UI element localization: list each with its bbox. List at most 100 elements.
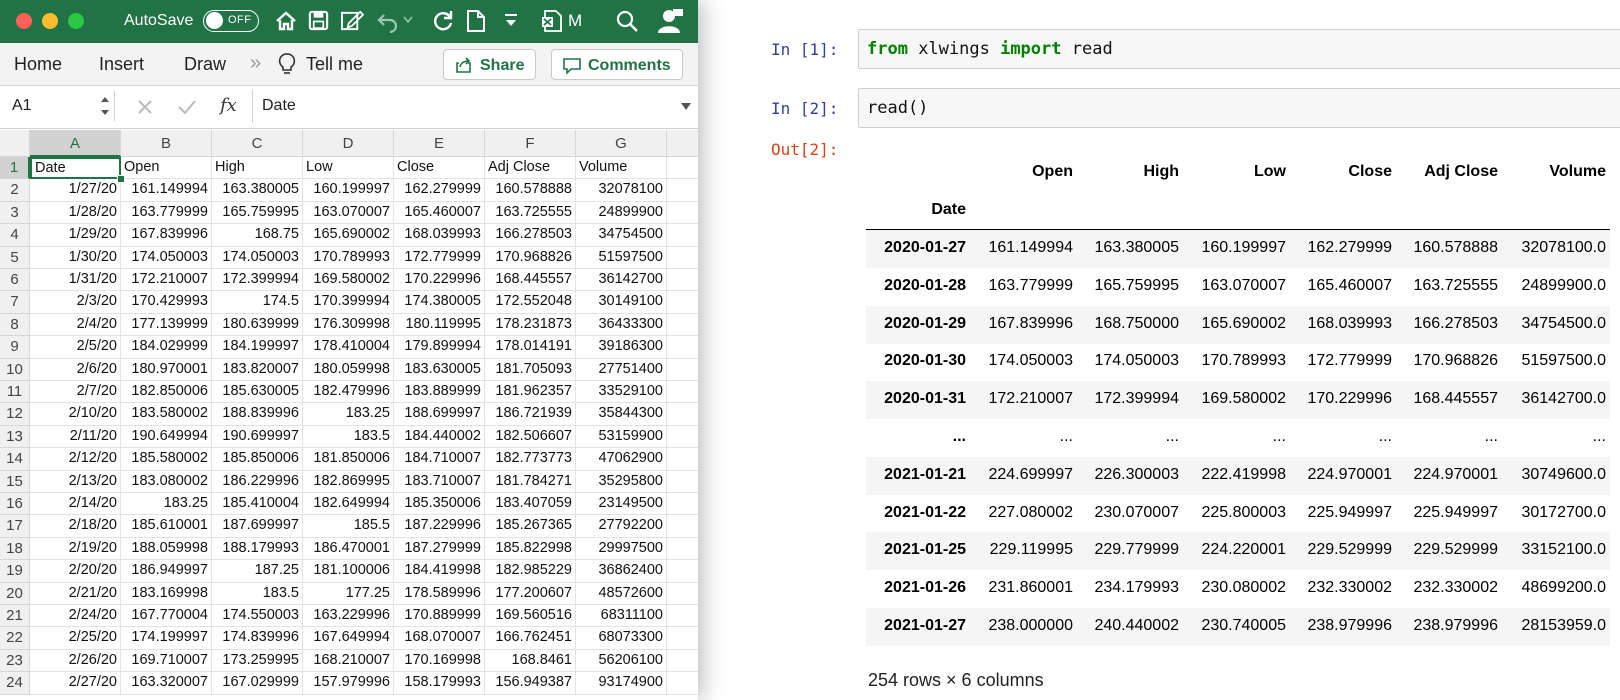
cell[interactable]: 184.199997 <box>212 336 303 359</box>
cell[interactable]: 166.762451 <box>485 627 576 650</box>
cell[interactable]: 168.8461 <box>485 649 576 673</box>
row-header[interactable]: 8 <box>0 313 30 337</box>
cell[interactable]: 178.410004 <box>303 336 394 359</box>
cell[interactable]: 2/14/20 <box>30 493 121 516</box>
column-header-a[interactable]: A <box>30 130 121 157</box>
cell[interactable]: 184.710007 <box>394 448 485 471</box>
new-document-icon[interactable] <box>466 9 486 33</box>
cell[interactable]: 166.278503 <box>485 224 576 247</box>
cell[interactable]: 168.070007 <box>394 627 485 650</box>
customize-toolbar-icon[interactable] <box>504 13 518 29</box>
cell[interactable]: 186.721939 <box>485 403 576 426</box>
cell[interactable]: 68073300 <box>576 627 667 650</box>
cell[interactable]: 180.970001 <box>121 358 212 381</box>
autosave-toggle[interactable]: OFF <box>203 10 259 32</box>
insert-function-button[interactable]: fx <box>220 95 237 116</box>
cell[interactable]: 182.649994 <box>303 493 394 516</box>
chevron-down-icon[interactable] <box>403 16 413 24</box>
cell[interactable]: 169.560516 <box>485 605 576 628</box>
cell[interactable]: 170.429993 <box>121 291 212 314</box>
cell[interactable]: 188.059998 <box>121 537 212 561</box>
cell[interactable]: 178.231873 <box>485 313 576 337</box>
cell[interactable]: 157.979996 <box>303 672 394 695</box>
cell[interactable]: 183.710007 <box>394 470 485 493</box>
row-header[interactable]: 14 <box>0 448 30 471</box>
cell[interactable] <box>667 202 698 225</box>
cell[interactable]: 185.610001 <box>121 515 212 538</box>
cell[interactable]: 167.029999 <box>212 672 303 695</box>
cell[interactable]: 174.199997 <box>121 627 212 650</box>
cell[interactable]: 178.014191 <box>485 336 576 359</box>
cell[interactable]: 1/31/20 <box>30 269 121 292</box>
code-cell-1[interactable]: from xlwings import read <box>858 29 1620 69</box>
row-header[interactable]: 23 <box>0 649 30 673</box>
cell[interactable]: 183.169998 <box>121 582 212 605</box>
row-header[interactable]: 16 <box>0 493 30 516</box>
cell[interactable]: 2/5/20 <box>30 336 121 359</box>
cell[interactable] <box>667 627 698 650</box>
column-header-e[interactable]: E <box>394 130 485 157</box>
cell[interactable]: 186.949997 <box>121 560 212 583</box>
cell[interactable]: 33529100 <box>576 381 667 404</box>
row-header[interactable]: 18 <box>0 537 30 561</box>
cell[interactable]: 174.5 <box>212 291 303 314</box>
cell[interactable]: 170.399994 <box>303 291 394 314</box>
cell[interactable]: 180.639999 <box>212 313 303 337</box>
zoom-window-button[interactable] <box>68 13 84 29</box>
cell[interactable]: 174.050003 <box>212 246 303 269</box>
cell[interactable]: 182.850006 <box>121 381 212 404</box>
column-header-f[interactable]: F <box>485 130 576 157</box>
cell[interactable]: 190.699997 <box>212 425 303 449</box>
search-icon[interactable] <box>615 9 639 33</box>
cell[interactable] <box>667 650 698 673</box>
comments-button[interactable]: Comments <box>551 49 683 80</box>
cell[interactable]: 2/26/20 <box>30 649 121 673</box>
cell[interactable]: Adj Close <box>485 157 576 180</box>
cell[interactable]: 187.25 <box>212 560 303 583</box>
tab-draw[interactable]: Draw <box>184 54 226 75</box>
cell[interactable]: 187.699997 <box>212 515 303 538</box>
cell[interactable]: 190.649994 <box>121 425 212 449</box>
cell[interactable]: 188.179993 <box>212 537 303 561</box>
row-header[interactable]: 12 <box>0 403 30 426</box>
cell[interactable]: 181.784271 <box>485 470 576 493</box>
home-icon[interactable] <box>274 9 298 33</box>
name-box-stepper-icon[interactable] <box>100 94 110 118</box>
cell[interactable] <box>667 179 698 202</box>
cell[interactable]: 2/20/20 <box>30 560 121 583</box>
cell[interactable]: 1/27/20 <box>30 179 121 202</box>
cell[interactable]: 177.25 <box>303 582 394 605</box>
cell[interactable]: 156.949387 <box>485 672 576 695</box>
cell[interactable] <box>667 403 698 426</box>
cell[interactable]: 168.039993 <box>394 224 485 247</box>
row-header[interactable]: 20 <box>0 582 30 605</box>
cell[interactable]: 163.070007 <box>303 201 394 225</box>
row-header[interactable]: 10 <box>0 358 30 381</box>
cell[interactable]: 168.210007 <box>303 649 394 673</box>
cell[interactable]: 170.229996 <box>394 269 485 292</box>
cell[interactable]: 173.259995 <box>212 649 303 673</box>
cell[interactable]: 2/11/20 <box>30 425 121 449</box>
cell[interactable]: 172.779999 <box>394 246 485 269</box>
code-cell-2[interactable]: read() <box>858 88 1620 128</box>
row-header[interactable]: 17 <box>0 515 30 538</box>
cell[interactable]: Volume <box>576 157 667 180</box>
cell[interactable]: 183.5 <box>303 425 394 449</box>
expand-formula-icon[interactable] <box>680 102 692 112</box>
cell[interactable]: 181.100006 <box>303 560 394 583</box>
cell[interactable]: Low <box>303 157 394 180</box>
cell[interactable]: 2/10/20 <box>30 403 121 426</box>
cell[interactable] <box>667 560 698 583</box>
cell[interactable] <box>667 269 698 292</box>
cell[interactable]: 163.779999 <box>121 201 212 225</box>
cell[interactable]: 168.445557 <box>485 269 576 292</box>
tell-me-search[interactable]: Tell me <box>306 54 363 75</box>
cell[interactable]: 168.75 <box>212 224 303 247</box>
cell[interactable]: 182.479996 <box>303 381 394 404</box>
cell[interactable]: 34754500 <box>576 224 667 247</box>
cell[interactable]: 188.839996 <box>212 403 303 426</box>
column-header-c[interactable]: C <box>212 130 303 157</box>
cell[interactable]: 53159900 <box>576 425 667 449</box>
cell[interactable]: 181.705093 <box>485 358 576 381</box>
row-header[interactable]: 6 <box>0 269 30 292</box>
